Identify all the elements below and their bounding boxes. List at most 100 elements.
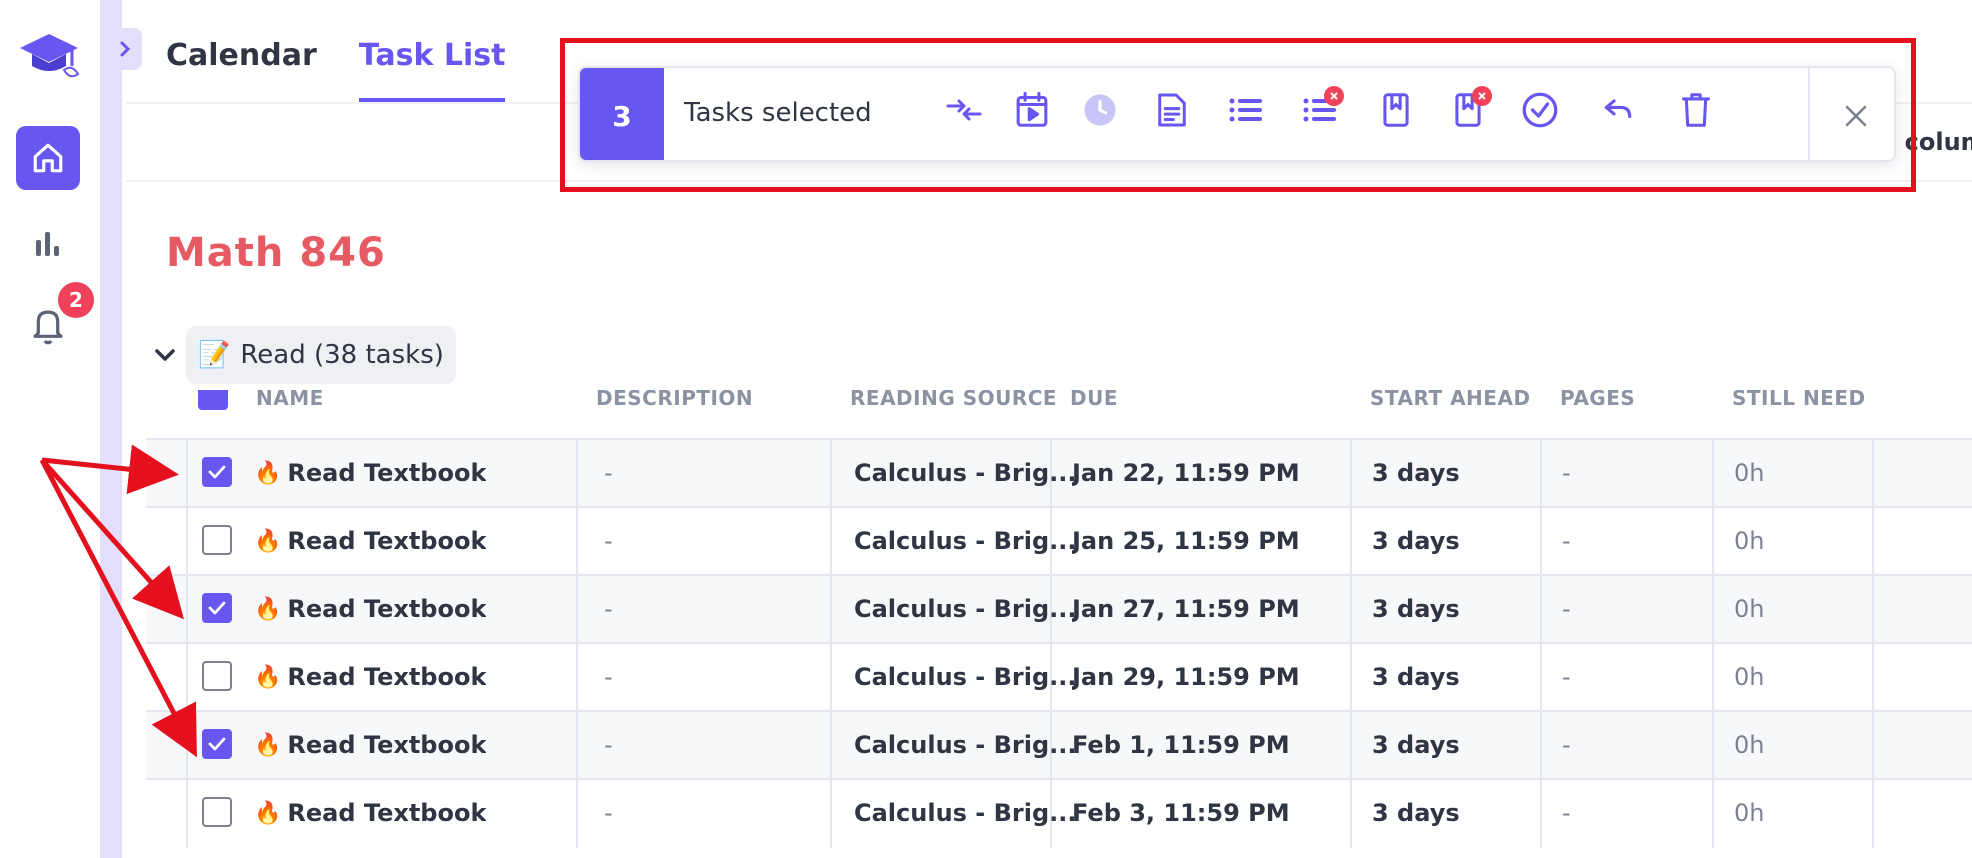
column-header-name[interactable]: NAME [256,390,324,410]
task-name-label: Read Textbook [287,799,487,827]
column-divider [1872,508,1874,576]
cell-still-need[interactable]: 0h [1734,644,1764,710]
cell-description[interactable]: - [604,712,613,778]
task-group-toggle[interactable]: 📝 Read (38 tasks) [186,326,456,384]
column-divider [1872,712,1874,780]
cell-still-need[interactable]: 0h [1734,576,1764,642]
cell-pages[interactable]: - [1562,440,1571,506]
expand-sidebar-button[interactable] [108,28,142,70]
column-divider [1540,712,1542,780]
cell-pages[interactable]: - [1562,576,1571,642]
cell-reading-source[interactable]: Calculus - Brig... [854,508,1077,574]
row-checkbox[interactable] [202,729,232,759]
task-name[interactable]: 🔥 Read Textbook [254,440,486,506]
task-table: 🔥 Read Textbook - Calculus - Brig... Jan 22,… [146,438,1972,848]
table-row[interactable]: 🔥 Read Textbook - Calculus - Brig... Jan 22,… [146,438,1972,508]
chevron-down-icon[interactable] [150,340,180,370]
task-name[interactable]: 🔥 Read Textbook [254,508,486,574]
column-header-due[interactable]: DUE [1070,390,1118,410]
tab-calendar[interactable]: Calendar [166,28,317,102]
fire-icon: 🔥 [254,664,282,690]
group-label: Read (38 tasks) [240,340,444,370]
cell-still-need[interactable]: 0h [1734,780,1764,846]
cell-still-need[interactable]: 0h [1734,712,1764,778]
cell-still-need[interactable]: 0h [1734,508,1764,574]
column-divider [1872,780,1874,848]
cell-reading-source[interactable]: Calculus - Brig... [854,576,1077,642]
column-header-start-ahead[interactable]: START AHEAD [1370,390,1531,410]
table-row[interactable]: 🔥 Read Textbook - Calculus - Brig... Feb 3, … [146,778,1972,848]
table-row[interactable]: 🔥 Read Textbook - Calculus - Brig... Jan 29,… [146,642,1972,712]
cell-pages[interactable]: - [1562,644,1571,710]
cell-reading-source[interactable]: Calculus - Brig... [854,712,1077,778]
column-divider [576,508,578,576]
cell-due[interactable]: Feb 3, 11:59 PM [1072,780,1290,846]
column-header-description[interactable]: DESCRIPTION [596,390,753,410]
task-name-label: Read Textbook [287,663,487,691]
cell-description[interactable]: - [604,644,613,710]
row-checkbox[interactable] [202,457,232,487]
row-checkbox[interactable] [202,525,232,555]
cell-pages[interactable]: - [1562,780,1571,846]
table-row[interactable]: 🔥 Read Textbook - Calculus - Brig... Jan 27,… [146,574,1972,644]
table-header: NAME DESCRIPTION READING SOURCE DUE STAR… [146,390,1972,438]
cell-start-ahead[interactable]: 3 days [1372,644,1460,710]
column-divider [1712,712,1714,780]
row-checkbox[interactable] [202,661,232,691]
cell-reading-source[interactable]: Calculus - Brig... [854,644,1077,710]
cell-start-ahead[interactable]: 3 days [1372,712,1460,778]
tab-task-list[interactable]: Task List [358,28,506,102]
row-checkbox[interactable] [202,593,232,623]
task-name[interactable]: 🔥 Read Textbook [254,644,486,710]
cell-description[interactable]: - [604,508,613,574]
column-divider [1540,780,1542,848]
task-name[interactable]: 🔥 Read Textbook [254,780,486,846]
fire-icon: 🔥 [254,732,282,758]
cell-start-ahead[interactable]: 3 days [1372,440,1460,506]
cell-still-need[interactable]: 0h [1734,440,1764,506]
column-divider [576,780,578,848]
cell-reading-source[interactable]: Calculus - Brig... [854,440,1077,506]
cell-start-ahead[interactable]: 3 days [1372,508,1460,574]
cell-pages[interactable]: - [1562,712,1571,778]
column-divider [576,644,578,712]
column-divider [1540,440,1542,508]
column-divider [1350,440,1352,508]
column-divider [1540,576,1542,644]
table-row[interactable]: 🔥 Read Textbook - Calculus - Brig... Jan 25,… [146,506,1972,576]
fire-icon: 🔥 [254,528,282,554]
sidebar-edge [100,0,122,858]
bar-chart-icon[interactable] [30,228,66,258]
cell-due[interactable]: Jan 22, 11:59 PM [1072,440,1300,506]
column-divider [1712,644,1714,712]
cell-reading-source[interactable]: Calculus - Brig... [854,780,1077,846]
row-checkbox[interactable] [202,797,232,827]
task-name[interactable]: 🔥 Read Textbook [254,712,486,778]
column-divider [1350,576,1352,644]
column-header-reading-source[interactable]: READING SOURCE [850,390,1057,410]
task-name[interactable]: 🔥 Read Textbook [254,576,486,642]
cell-due[interactable]: Jan 29, 11:59 PM [1072,644,1300,710]
cell-start-ahead[interactable]: 3 days [1372,780,1460,846]
column-divider [1350,712,1352,780]
view-tabs: Calendar Task List [166,28,506,102]
cell-description[interactable]: - [604,440,613,506]
cell-due[interactable]: Jan 25, 11:59 PM [1072,508,1300,574]
select-all-checkbox[interactable] [198,390,228,410]
cell-pages[interactable]: - [1562,508,1571,574]
cell-due[interactable]: Feb 1, 11:59 PM [1072,712,1290,778]
column-divider [186,576,188,644]
table-row[interactable]: 🔥 Read Textbook - Calculus - Brig... Feb 1, … [146,710,1972,780]
cell-description[interactable]: - [604,576,613,642]
column-header-pages[interactable]: PAGES [1560,390,1635,410]
cell-start-ahead[interactable]: 3 days [1372,576,1460,642]
column-divider [1540,508,1542,576]
column-header-still-need[interactable]: STILL NEED [1732,390,1866,410]
home-nav-button[interactable] [16,126,80,190]
cell-description[interactable]: - [604,780,613,846]
column-divider [1540,644,1542,712]
cell-due[interactable]: Jan 27, 11:59 PM [1072,576,1300,642]
column-divider [830,576,832,644]
graduation-cap-icon[interactable] [18,30,80,82]
task-name-label: Read Textbook [287,731,487,759]
